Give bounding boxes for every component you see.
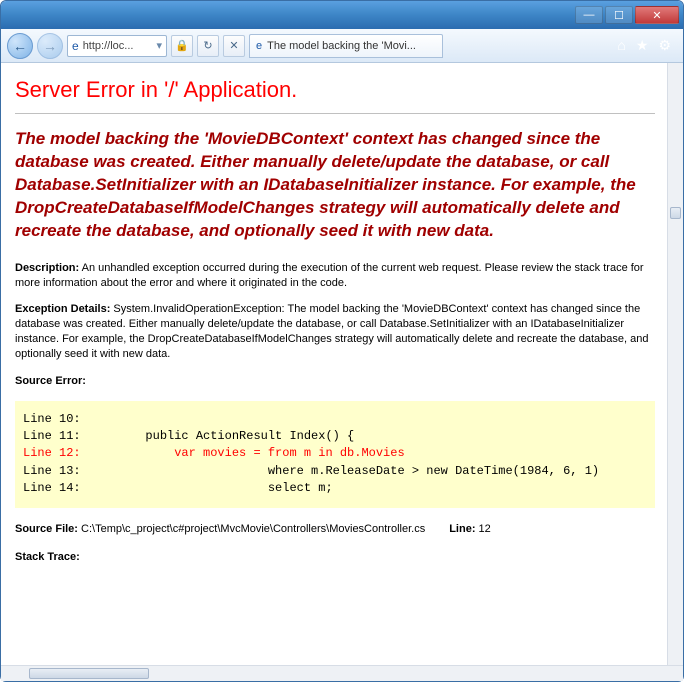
divider bbox=[15, 113, 655, 114]
exception-block: Exception Details: System.InvalidOperati… bbox=[15, 302, 655, 361]
description-label: Description: bbox=[15, 262, 79, 274]
source-file-block: Source File: C:\Temp\c_project\c#project… bbox=[15, 522, 655, 537]
line-label: Line: bbox=[449, 523, 475, 535]
address-bar[interactable]: e http://loc... ▾ bbox=[67, 35, 167, 57]
source-file-label: Source File: bbox=[15, 523, 78, 535]
exception-text: System.InvalidOperationException: The mo… bbox=[15, 303, 648, 360]
titlebar: — ☐ ✕ bbox=[1, 1, 683, 29]
description-text: An unhandled exception occurred during t… bbox=[15, 262, 644, 289]
source-file-path: C:\Temp\c_project\c#project\MvcMovie\Con… bbox=[78, 523, 425, 535]
chrome-icons: ⌂ ★ ⚙ bbox=[617, 37, 677, 54]
refresh-button[interactable]: ↻ bbox=[197, 35, 219, 57]
home-icon[interactable]: ⌂ bbox=[617, 37, 625, 54]
tab-title: The model backing the 'Movi... bbox=[267, 40, 416, 52]
minimize-button[interactable]: — bbox=[575, 6, 603, 24]
code-line-14: Line 14: select m; bbox=[23, 481, 333, 495]
error-message: The model backing the 'MovieDBContext' c… bbox=[15, 128, 655, 243]
code-line-11: Line 11: public ActionResult Index() { bbox=[23, 429, 354, 443]
lock-icon: 🔒 bbox=[171, 35, 193, 57]
scroll-thumb[interactable] bbox=[29, 668, 149, 679]
exception-label: Exception Details: bbox=[15, 303, 110, 315]
page-content[interactable]: Server Error in '/' Application. The mod… bbox=[1, 63, 667, 665]
line-number: 12 bbox=[475, 523, 490, 535]
source-error-label: Source Error: bbox=[15, 375, 86, 387]
code-line-10: Line 10: bbox=[23, 412, 81, 426]
vertical-scrollbar[interactable] bbox=[667, 63, 683, 665]
code-line-12: Line 12: var movies = from m in db.Movie… bbox=[23, 446, 405, 460]
description-block: Description: An unhandled exception occu… bbox=[15, 261, 655, 291]
navbar: ← → e http://loc... ▾ 🔒 ↻ ✕ e The model … bbox=[1, 29, 683, 63]
stack-trace-block: Stack Trace: bbox=[15, 550, 655, 565]
source-code-box: Line 10: Line 11: public ActionResult In… bbox=[15, 401, 655, 508]
stack-trace-label: Stack Trace: bbox=[15, 551, 80, 563]
favorites-icon[interactable]: ★ bbox=[636, 37, 649, 54]
maximize-button[interactable]: ☐ bbox=[605, 6, 633, 24]
source-error-block: Source Error: bbox=[15, 374, 655, 389]
horizontal-scrollbar[interactable] bbox=[1, 665, 683, 681]
code-line-13: Line 13: where m.ReleaseDate > new DateT… bbox=[23, 464, 599, 478]
scroll-thumb[interactable] bbox=[670, 207, 681, 219]
content-wrap: Server Error in '/' Application. The mod… bbox=[1, 63, 683, 681]
close-button[interactable]: ✕ bbox=[635, 6, 679, 24]
back-button[interactable]: ← bbox=[7, 33, 33, 59]
stop-button[interactable]: ✕ bbox=[223, 35, 245, 57]
url-text: http://loc... bbox=[83, 40, 134, 52]
url-dropdown-icon[interactable]: ▾ bbox=[156, 39, 162, 52]
browser-window: — ☐ ✕ ← → e http://loc... ▾ 🔒 ↻ ✕ e The … bbox=[0, 0, 684, 682]
gear-icon[interactable]: ⚙ bbox=[658, 37, 671, 54]
forward-button[interactable]: → bbox=[37, 33, 63, 59]
ie-icon: e bbox=[72, 39, 79, 53]
tab-favicon: e bbox=[256, 40, 262, 52]
browser-tab[interactable]: e The model backing the 'Movi... bbox=[249, 34, 443, 58]
error-title: Server Error in '/' Application. bbox=[15, 77, 655, 103]
